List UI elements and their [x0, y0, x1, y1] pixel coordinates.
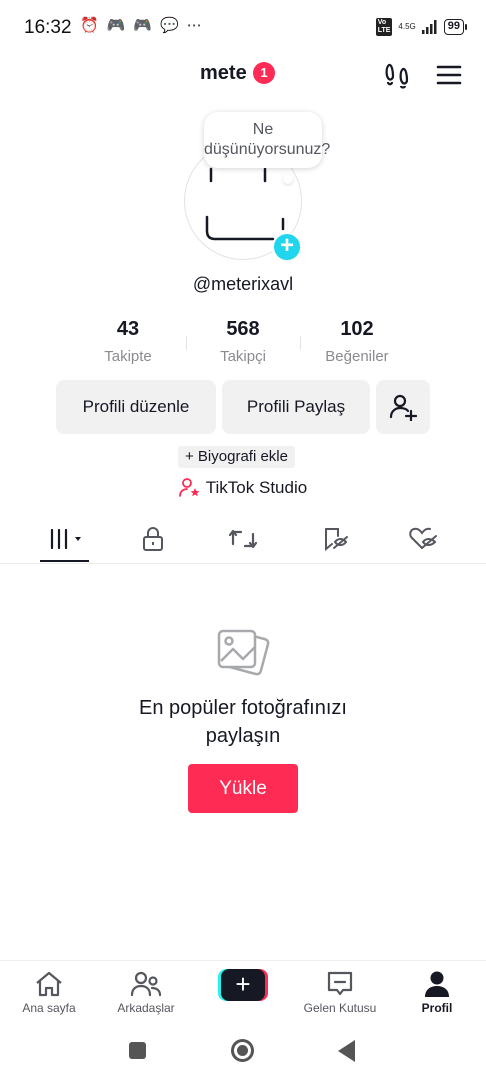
empty-state-title-line1: En popüler fotoğrafınızı — [139, 697, 347, 719]
signal-icon — [421, 20, 437, 34]
tab-liked-hidden[interactable] — [398, 524, 448, 554]
profile-header: mete 1 — [0, 58, 486, 92]
stat-likes[interactable]: 102 Beğeniler — [302, 318, 412, 365]
battery-indicator: 99 — [443, 19, 468, 35]
stat-likes-label: Beğeniler — [325, 348, 389, 365]
empty-state-title-line2: paylaşın — [205, 725, 281, 747]
lock-icon — [143, 527, 163, 551]
plus-icon: + — [221, 969, 265, 1001]
system-navigation-bar — [0, 1020, 486, 1080]
profile-username-title[interactable]: mete — [200, 62, 247, 85]
create-post-button[interactable]: + — [218, 969, 268, 1001]
status-bar: 16:32 ⏰ 🎮 🎮 💬 ⋯ Vo LTE 4.5G 99 — [0, 0, 486, 54]
nav-friends[interactable]: Arkadaşlar — [101, 969, 191, 1015]
game-controller-icon: 🎮 — [106, 17, 126, 34]
volte-icon: Vo LTE — [375, 18, 393, 36]
thought-bubble-text: Ne düşünüyorsunuz? — [204, 121, 331, 158]
nav-profile[interactable]: Profil — [392, 969, 482, 1015]
back-icon[interactable] — [338, 1040, 355, 1062]
active-tab-indicator — [40, 560, 89, 562]
nav-inbox-label: Gelen Kutusu — [303, 1001, 377, 1015]
photo-stack-icon — [215, 625, 271, 686]
stat-divider — [300, 336, 301, 350]
tab-videos[interactable] — [40, 524, 90, 554]
nav-home-label: Ana sayfa — [22, 1001, 76, 1015]
tiktok-studio-link[interactable]: TikTok Studio — [0, 478, 486, 498]
stat-followers-label: Takipçi — [220, 348, 266, 365]
share-profile-button[interactable]: Profili Paylaş — [222, 380, 370, 434]
empty-state-title: En popüler fotoğrafınızı paylaşın — [0, 694, 486, 750]
nav-profile-label: Profil — [421, 1001, 453, 1015]
nav-friends-label: Arkadaşlar — [117, 1001, 175, 1015]
network-type: 4.5G — [398, 22, 416, 31]
more-dots-icon: ⋯ — [186, 17, 202, 34]
stat-following-label: Takipte — [104, 348, 152, 365]
chat-bubble-icon: 💬 — [160, 17, 179, 34]
stat-following[interactable]: 43 Takipte — [73, 318, 183, 365]
bookmark-hidden-icon — [325, 528, 348, 552]
tab-reposts[interactable] — [218, 524, 268, 554]
stat-followers[interactable]: 568 Takipçi — [188, 318, 298, 365]
add-friend-icon — [389, 394, 417, 421]
status-right: Vo LTE 4.5G 99 — [375, 18, 468, 36]
heart-hidden-icon — [409, 527, 437, 549]
grid-sort-icon — [50, 528, 81, 550]
tab-private[interactable] — [128, 524, 178, 554]
add-avatar-button[interactable]: + — [272, 232, 302, 262]
thought-bubble[interactable]: Ne düşünüyorsunuz? — [204, 112, 330, 168]
home-button-icon[interactable] — [231, 1039, 254, 1062]
add-friend-button[interactable] — [376, 380, 430, 434]
status-time: 16:32 — [24, 17, 72, 38]
tab-favorites-hidden[interactable] — [310, 524, 360, 554]
notification-badge: 1 — [253, 62, 275, 84]
add-bio-button[interactable]: + Biyografi ekle — [178, 446, 295, 468]
profile-handle: @meterixavl — [192, 274, 294, 294]
stat-divider — [186, 336, 187, 350]
stat-likes-value: 102 — [340, 318, 374, 340]
studio-person-star-icon — [178, 478, 200, 497]
profile-icon — [425, 971, 449, 997]
status-notification-icons: ⏰ 🎮 🎮 💬 ⋯ — [80, 16, 202, 34]
hamburger-menu-icon[interactable] — [436, 64, 462, 91]
stat-followers-value: 568 — [226, 318, 260, 340]
tiktok-studio-label: TikTok Studio — [205, 478, 308, 497]
upload-button[interactable]: Yükle — [188, 764, 298, 813]
edit-profile-button[interactable]: Profili düzenle — [56, 380, 216, 434]
home-icon — [36, 971, 62, 997]
nav-inbox[interactable]: Gelen Kutusu — [295, 969, 385, 1015]
repost-icon — [229, 529, 257, 549]
bottom-navigation: Ana sayfa Arkadaşlar + Gelen Kutusu Prof… — [0, 960, 486, 1020]
nav-home[interactable]: Ana sayfa — [4, 969, 94, 1015]
footprint-icon[interactable] — [384, 61, 410, 94]
inbox-icon — [327, 971, 353, 996]
profile-tabs — [0, 520, 486, 564]
recent-apps-icon[interactable] — [129, 1042, 146, 1059]
game-controller-icon-2: 🎮 — [133, 17, 153, 34]
alarm-icon: ⏰ — [80, 17, 99, 34]
thought-bubble-tail — [283, 174, 293, 184]
stat-following-value: 43 — [116, 318, 140, 340]
friends-icon — [130, 971, 162, 997]
